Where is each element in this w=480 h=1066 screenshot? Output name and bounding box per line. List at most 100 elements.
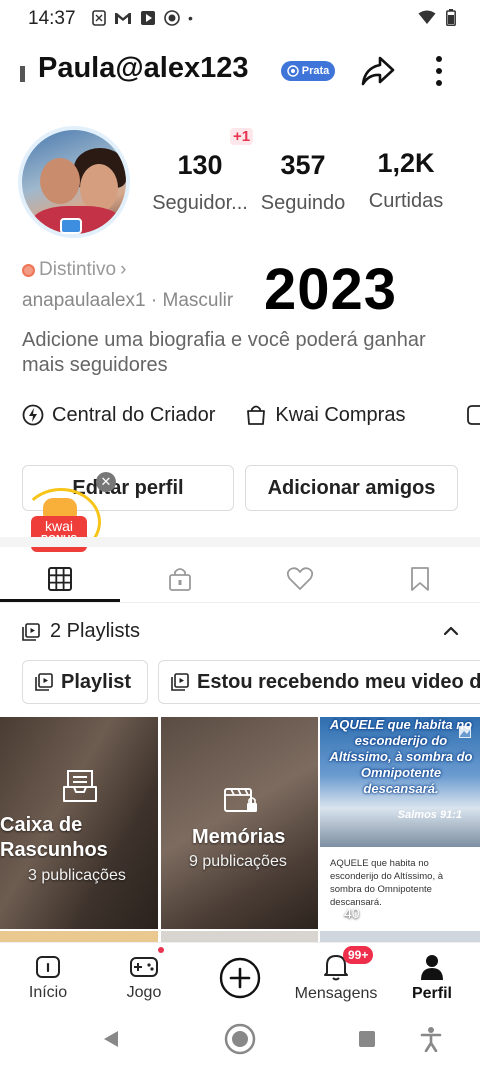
distintivo-link[interactable]: Distintivo › [22,259,126,281]
profile-tabs [0,556,480,602]
likes-count[interactable]: 1,2K [351,148,461,179]
nav-create[interactable] [192,943,288,1013]
recents-icon[interactable] [358,1030,376,1048]
tab-saved[interactable] [360,556,480,602]
share-icon[interactable] [360,52,396,88]
kwai-shop-label: Kwai Compras [275,403,406,426]
distintivo-label: Distintivo [39,259,117,280]
chevron-right-icon: › [120,259,127,280]
home-circle-icon[interactable] [224,1023,256,1055]
tab-bar-border [0,602,480,603]
lock-bag-icon [169,568,191,591]
messages-badge: 99+ [343,946,374,964]
playlists-count-label: 2 Playlists [50,620,141,642]
rank-badge[interactable]: Prata [281,61,335,81]
playlist-icon [22,622,40,641]
shopping-bag-icon [247,405,266,425]
tab-private[interactable] [120,556,240,602]
crown-icon [287,65,299,77]
new-followers-badge: +1 [230,128,254,145]
distintivo-icon [22,263,35,277]
notification-icon [92,10,106,26]
gamepad-icon [130,957,158,977]
play-icon [329,907,340,919]
creator-center-label: Central do Criador [52,403,216,426]
heart-icon [286,567,314,590]
add-friends-button[interactable]: Adicionar amigos [245,465,458,511]
playlist-chip-label: Playlist [61,670,132,693]
kwai-shop-link[interactable]: Kwai Compras [245,404,405,427]
drafts-tile[interactable]: Caixa de Rascunhos 3 publicações [0,717,158,929]
gmail-icon [115,13,131,24]
status-bar: 14:37 • [0,0,480,36]
rank-badge-label: Prata [301,65,330,77]
nav-game[interactable]: Jogo [96,943,192,1013]
year-overlay-text: 2023 [264,257,398,322]
nav-messages-label: Mensagens [294,985,378,1002]
nav-profile-label: Perfil [411,985,452,1002]
camera-icon [164,10,180,26]
play-store-icon [141,11,155,25]
kwai-bonus-brand: kwai [44,518,73,534]
playlist-chip-label: Estou recebendo meu video d [197,670,480,693]
video-verse-text: AQUELE que habita no esconderijo do Altí… [329,717,473,796]
battery-icon [446,9,456,26]
playlists-header[interactable]: 2 Playlists [22,620,140,643]
playlist-chip[interactable]: Playlist [22,660,148,704]
status-notification-icons: • [92,9,193,27]
video-verse-ref: Salmos 91:1 [397,809,462,821]
followers-count[interactable]: 130 [145,150,255,181]
memories-count: 9 publicações [189,853,287,870]
back-icon[interactable] [102,1029,120,1049]
drafts-title: Caixa de Rascunhos [0,814,108,861]
memories-lock-icon [224,788,257,812]
memories-title: Memórias [192,826,286,848]
drafts-inbox-icon [63,770,97,802]
section-divider [0,537,480,547]
wifi-icon [418,10,436,24]
video-views: 40 [328,905,360,921]
profile-username: Paula@alex123 [38,52,249,84]
grid-icon [48,567,72,591]
following-count[interactable]: 357 [248,150,358,181]
video-views-count: 40 [344,905,360,921]
lightning-icon [22,404,44,426]
more-vertical-icon[interactable] [426,54,452,88]
username-edge-mark [20,66,25,82]
bookmark-icon [411,567,429,591]
creator-center-link[interactable]: Central do Criador [22,404,215,427]
bottom-navigation: Início Jogo Mensagens Perfil [0,942,480,1012]
profile-meta: anapaulaalex1 · Masculir [22,290,234,311]
active-tab-indicator [0,599,120,602]
profile-bio[interactable]: Adicione uma biografia e você poderá gan… [22,328,462,378]
system-navigation [0,1012,480,1066]
plus-circle-icon [219,957,261,999]
nav-home[interactable]: Início [0,943,96,1013]
likes-label[interactable]: Curtidas [351,190,461,213]
drafts-count: 3 publicações [28,867,126,884]
more-links-icon[interactable] [466,404,480,426]
image-icon [459,726,471,738]
game-notification-dot [158,947,164,953]
playlist-chip[interactable]: Estou recebendo meu video d [158,660,480,704]
status-right [418,9,456,26]
accessibility-icon[interactable] [420,1026,442,1052]
video-tile[interactable]: AQUELE que habita no esconderijo do Altí… [320,717,480,929]
status-dot: • [188,10,193,26]
memories-tile[interactable]: Memórias 9 publicações [161,717,318,929]
playlist-icon [35,673,53,691]
playlist-icon [171,673,189,691]
status-time: 14:37 [28,8,76,29]
person-icon [421,955,443,980]
followers-label[interactable]: Seguidor... [145,192,255,215]
quick-links: Central do Criador Kwai Compras [22,400,435,430]
following-label[interactable]: Seguindo [248,192,358,215]
chevron-up-icon[interactable] [440,620,462,642]
nav-profile[interactable]: Perfil [384,943,480,1013]
tab-likes[interactable] [240,556,360,602]
avatar-video-icon [60,218,82,234]
tab-posts[interactable] [0,556,120,602]
nav-home-label: Início [28,984,68,1001]
home-icon [36,956,60,978]
nav-game-label: Jogo [126,984,162,1001]
